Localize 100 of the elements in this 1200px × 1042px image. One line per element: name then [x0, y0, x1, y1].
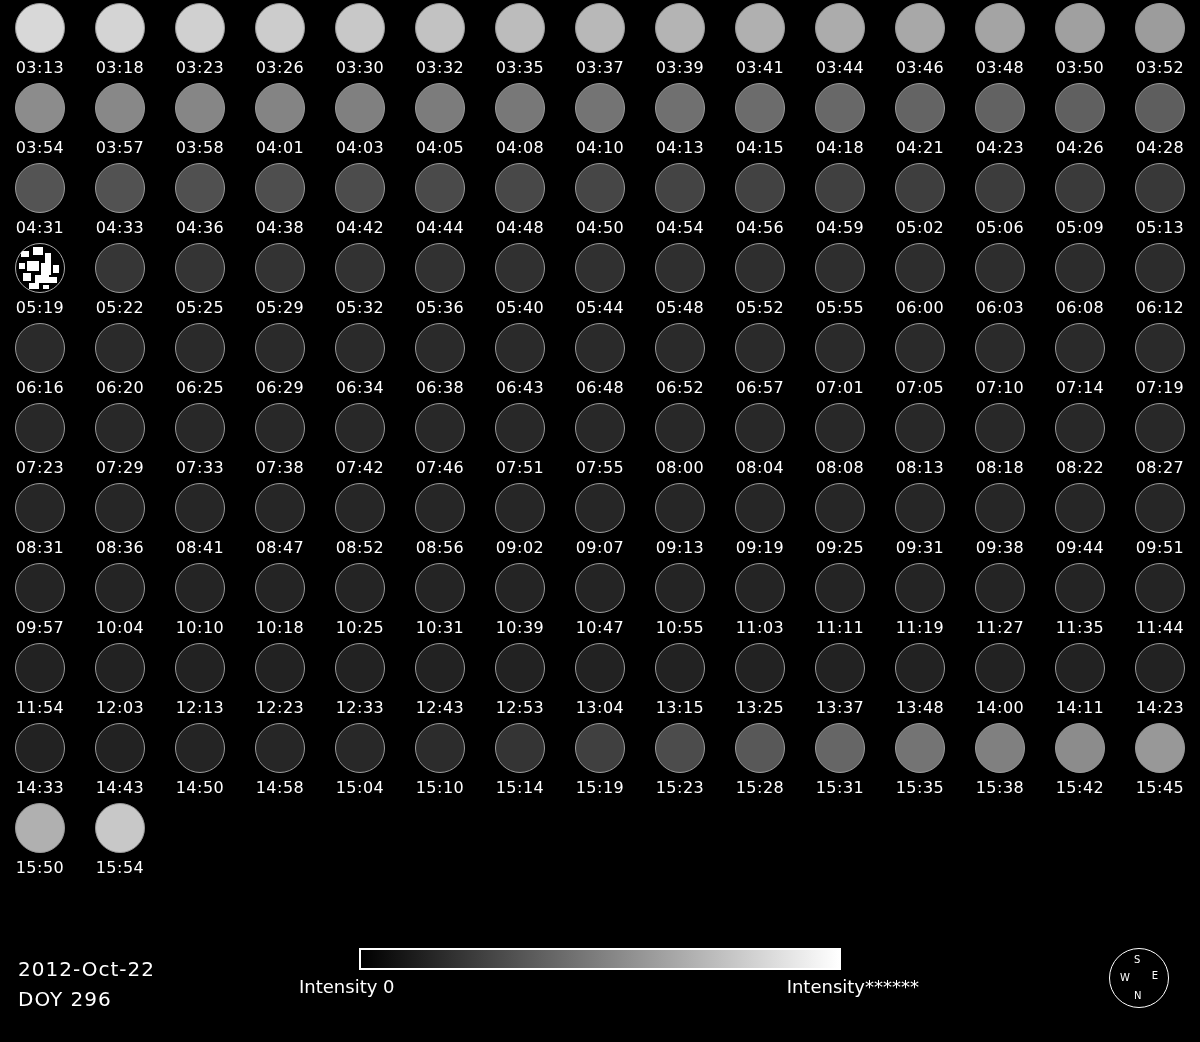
time-label: 07:10 — [975, 378, 1025, 398]
time-label: 09:02 — [495, 538, 545, 558]
time-label: 06:57 — [735, 378, 785, 398]
time-label: 04:28 — [1135, 138, 1185, 158]
time-label: 04:23 — [975, 138, 1025, 158]
time-label: 04:13 — [655, 138, 705, 158]
time-label: 09:13 — [655, 538, 705, 558]
time-label: 04:38 — [255, 218, 305, 238]
time-label: 03:39 — [655, 58, 705, 78]
time-label: 09:07 — [575, 538, 625, 558]
time-label: 03:32 — [415, 58, 465, 78]
time-label: 04:42 — [335, 218, 385, 238]
time-label: 09:25 — [815, 538, 865, 558]
time-label: 08:47 — [255, 538, 305, 558]
time-label: 14:00 — [975, 698, 1025, 718]
time-label: 12:53 — [495, 698, 545, 718]
time-label: 08:18 — [975, 458, 1025, 478]
time-label: 13:48 — [895, 698, 945, 718]
time-label: 09:38 — [975, 538, 1025, 558]
time-label: 07:14 — [1055, 378, 1105, 398]
time-label: 11:11 — [815, 618, 865, 638]
time-label: 11:03 — [735, 618, 785, 638]
time-label: 04:15 — [735, 138, 785, 158]
time-label: 03:44 — [815, 58, 865, 78]
time-label: 04:56 — [735, 218, 785, 238]
time-label: 03:57 — [95, 138, 145, 158]
time-label: 06:00 — [895, 298, 945, 318]
time-label: 07:01 — [815, 378, 865, 398]
time-label: 08:27 — [1135, 458, 1185, 478]
time-label: 09:57 — [15, 618, 65, 638]
time-label: 12:13 — [175, 698, 225, 718]
time-label: 03:54 — [15, 138, 65, 158]
time-label: 05:48 — [655, 298, 705, 318]
time-label: 15:14 — [495, 778, 545, 798]
time-label: 03:26 — [255, 58, 305, 78]
time-label: 07:19 — [1135, 378, 1185, 398]
time-label: 09:31 — [895, 538, 945, 558]
noisy-sky-image — [15, 243, 65, 293]
time-label: 15:31 — [815, 778, 865, 798]
time-label: 09:19 — [735, 538, 785, 558]
time-label: 04:54 — [655, 218, 705, 238]
time-label: 08:31 — [15, 538, 65, 558]
time-label: 11:27 — [975, 618, 1025, 638]
time-label: 13:15 — [655, 698, 705, 718]
time-label: 10:10 — [175, 618, 225, 638]
time-label: 07:23 — [15, 458, 65, 478]
time-label: 09:44 — [1055, 538, 1105, 558]
time-label: 03:23 — [175, 58, 225, 78]
time-label: 07:55 — [575, 458, 625, 478]
time-label: 05:55 — [815, 298, 865, 318]
time-label: 03:58 — [175, 138, 225, 158]
time-label: 08:00 — [655, 458, 705, 478]
time-label: 06:34 — [335, 378, 385, 398]
time-label: 15:35 — [895, 778, 945, 798]
time-label: 04:44 — [415, 218, 465, 238]
time-label: 12:43 — [415, 698, 465, 718]
time-label: 07:33 — [175, 458, 225, 478]
time-label: 06:20 — [95, 378, 145, 398]
time-label: 05:52 — [735, 298, 785, 318]
time-label: 06:29 — [255, 378, 305, 398]
time-label: 10:31 — [415, 618, 465, 638]
time-label: 08:36 — [95, 538, 145, 558]
time-label: 07:42 — [335, 458, 385, 478]
time-label: 05:19 — [15, 298, 65, 318]
time-label: 15:45 — [1135, 778, 1185, 798]
time-label: 11:44 — [1135, 618, 1185, 638]
time-label: 04:03 — [335, 138, 385, 158]
time-label: 15:42 — [1055, 778, 1105, 798]
time-label: 12:03 — [95, 698, 145, 718]
time-label: 03:18 — [95, 58, 145, 78]
time-label: 05:36 — [415, 298, 465, 318]
time-label: 05:40 — [495, 298, 545, 318]
time-label: 07:05 — [895, 378, 945, 398]
time-label: 15:23 — [655, 778, 705, 798]
time-label: 15:54 — [95, 858, 145, 878]
time-label: 06:43 — [495, 378, 545, 398]
time-label: 11:19 — [895, 618, 945, 638]
time-label: 15:04 — [335, 778, 385, 798]
time-label: 05:22 — [95, 298, 145, 318]
time-label: 04:21 — [895, 138, 945, 158]
time-label: 04:01 — [255, 138, 305, 158]
day-of-year-label: DOY 296 — [18, 986, 113, 1012]
time-label: 04:50 — [575, 218, 625, 238]
time-label: 06:38 — [415, 378, 465, 398]
time-label: 15:28 — [735, 778, 785, 798]
time-label: 12:33 — [335, 698, 385, 718]
time-label: 10:25 — [335, 618, 385, 638]
time-label: 15:19 — [575, 778, 625, 798]
time-label: 10:04 — [95, 618, 145, 638]
time-label: 03:41 — [735, 58, 785, 78]
time-label: 04:36 — [175, 218, 225, 238]
time-label: 07:38 — [255, 458, 305, 478]
time-label: 14:50 — [175, 778, 225, 798]
time-label: 04:10 — [575, 138, 625, 158]
time-label: 14:43 — [95, 778, 145, 798]
time-label: 06:52 — [655, 378, 705, 398]
time-label: 07:46 — [415, 458, 465, 478]
time-label: 08:22 — [1055, 458, 1105, 478]
time-label: 08:41 — [175, 538, 225, 558]
time-label: 04:18 — [815, 138, 865, 158]
